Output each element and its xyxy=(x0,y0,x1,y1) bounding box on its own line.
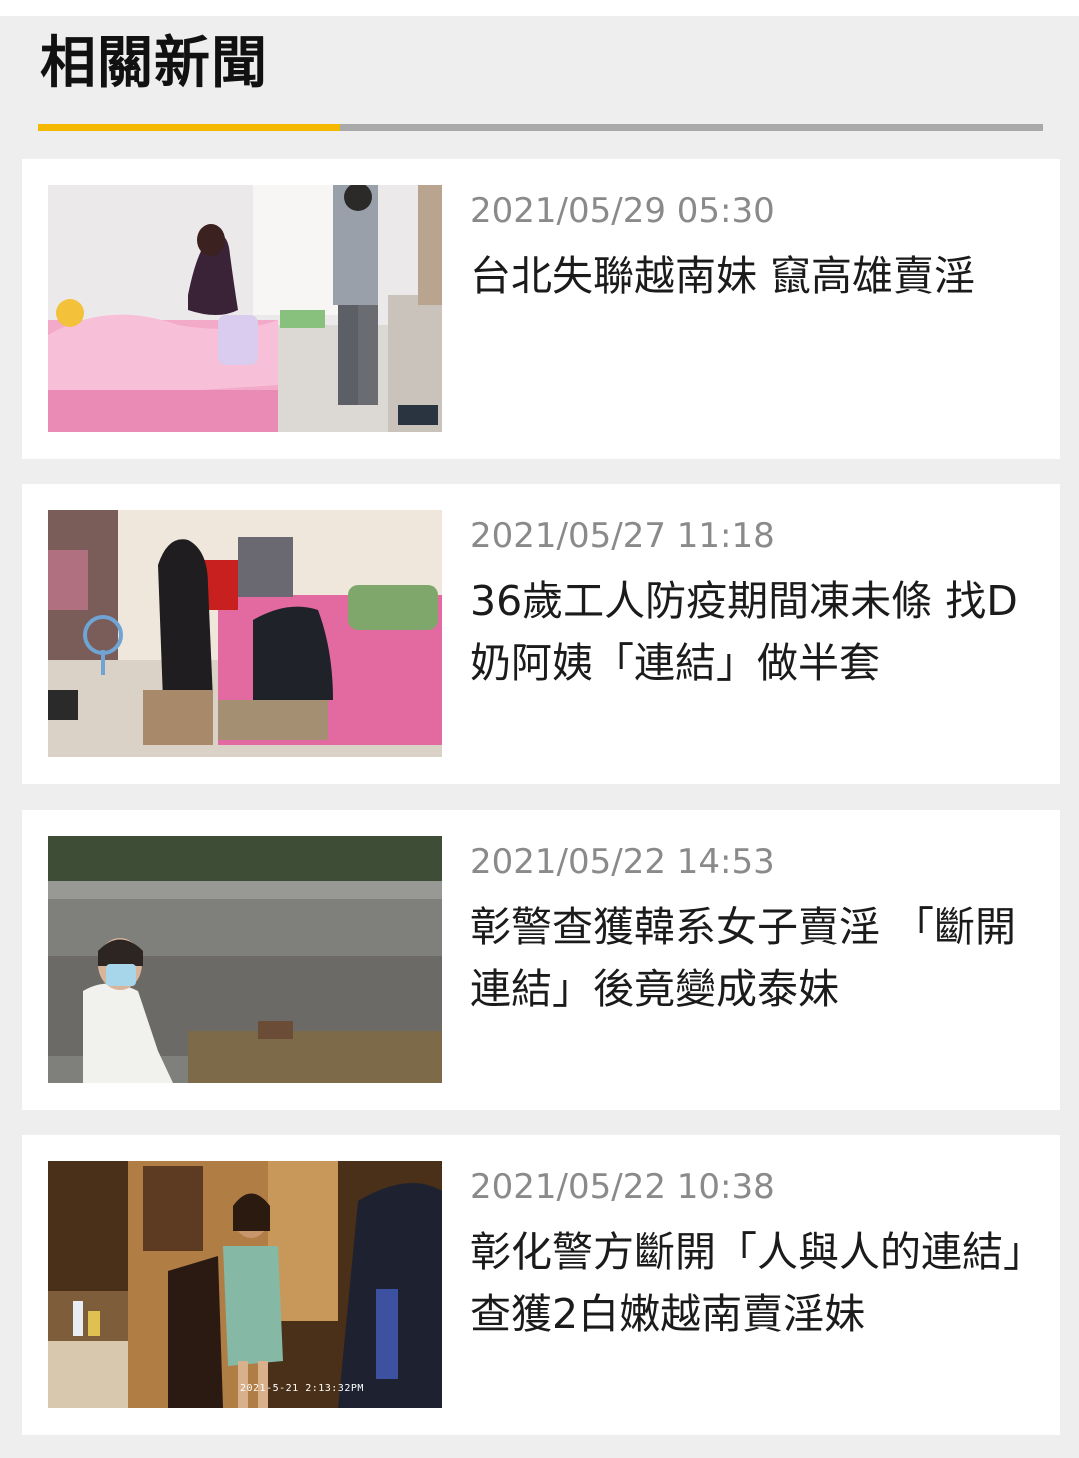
news-headline[interactable]: 36歲工人防疫期間凍未條 找D奶阿姨「連結」做半套 xyxy=(470,570,1040,694)
news-headline[interactable]: 彰警查獲韓系女子賣淫 「斷開連結」後竟變成泰妹 xyxy=(470,896,1040,1020)
title-underline xyxy=(38,124,1043,131)
news-thumbnail[interactable] xyxy=(48,510,442,757)
news-date: 2021/05/29 05:30 xyxy=(470,191,775,231)
thumbnail-photo-concrete-wall xyxy=(48,836,442,1083)
news-date: 2021/05/22 10:38 xyxy=(470,1167,775,1207)
news-card[interactable]: 2021/05/22 14:53 彰警查獲韓系女子賣淫 「斷開連結」後竟變成泰妹 xyxy=(22,810,1060,1110)
news-headline[interactable]: 台北失聯越南妹 竄高雄賣淫 xyxy=(470,245,1040,307)
news-card[interactable]: 2021/05/27 11:18 36歲工人防疫期間凍未條 找D奶阿姨「連結」做… xyxy=(22,484,1060,784)
news-card[interactable]: 2021/05/29 05:30 台北失聯越南妹 竄高雄賣淫 xyxy=(22,159,1060,459)
news-headline[interactable]: 彰化警方斷開「人與人的連結」查獲2白嫩越南賣淫妹 xyxy=(470,1221,1040,1345)
thumbnail-photo-wooden-room xyxy=(48,1161,442,1408)
thumbnail-photo-room-with-bed xyxy=(48,510,442,757)
thumbnail-photo-bedroom xyxy=(48,185,442,432)
news-thumbnail[interactable]: 2021-5-21 2:13:32PM xyxy=(48,1161,442,1408)
title-underline-accent xyxy=(38,124,340,131)
top-strip xyxy=(0,0,1079,16)
section-title: 相關新聞 xyxy=(40,31,268,96)
news-thumbnail[interactable] xyxy=(48,185,442,432)
news-thumbnail[interactable] xyxy=(48,836,442,1083)
news-date: 2021/05/27 11:18 xyxy=(470,516,775,556)
news-card[interactable]: 2021-5-21 2:13:32PM 2021/05/22 10:38 彰化警… xyxy=(22,1135,1060,1435)
thumbnail-timestamp: 2021-5-21 2:13:32PM xyxy=(240,1383,364,1394)
news-date: 2021/05/22 14:53 xyxy=(470,842,775,882)
